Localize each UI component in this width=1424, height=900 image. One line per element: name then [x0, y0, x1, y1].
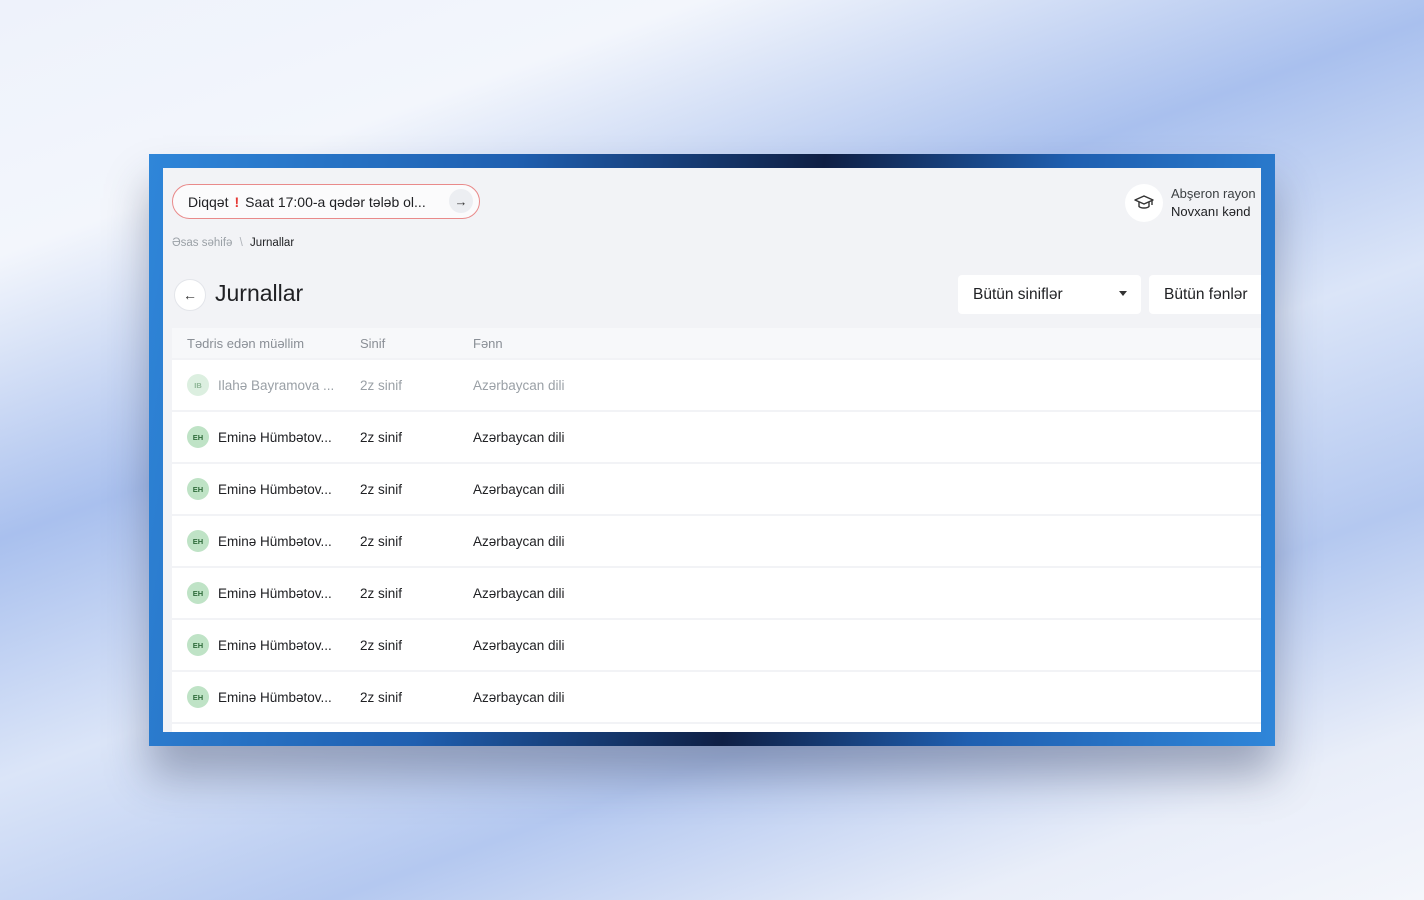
- app-screen: Diqqət ! Saat 17:00-a qədər tələb ol... …: [163, 168, 1261, 732]
- teacher-cell: IB Ilahə Bayramova ...: [187, 360, 334, 410]
- breadcrumb: Əsas səhifə \ Jurnallar: [172, 237, 294, 249]
- school-region: Abşeron rayon: [1171, 186, 1256, 201]
- teacher-name: Eminə Hümbətov...: [218, 481, 332, 497]
- header-class[interactable]: Sinif: [360, 328, 385, 358]
- class-filter-value: Bütün siniflər: [973, 285, 1063, 303]
- avatar: EH: [187, 426, 209, 448]
- breadcrumb-current: Jurnallar: [250, 237, 295, 249]
- teacher-cell: EH Eminə Hümbətov...: [187, 516, 332, 566]
- deadline-alert[interactable]: Diqqət ! Saat 17:00-a qədər tələb ol... …: [172, 184, 480, 219]
- subject-filter-value: Bütün fənlər: [1164, 285, 1248, 303]
- alert-prefix: Diqqət: [188, 193, 229, 210]
- class-cell: 2z sinif: [360, 377, 403, 393]
- teacher-name: Eminə Hümbətov...: [218, 585, 332, 601]
- subject-cell: Azərbaycan dili: [473, 533, 565, 549]
- alert-message: Saat 17:00-a qədər tələb ol...: [245, 193, 426, 210]
- teacher-name: Eminə Hümbətov...: [218, 637, 332, 653]
- avatar: EH: [187, 582, 209, 604]
- class-cell: 2z sinif: [360, 481, 403, 497]
- table-row[interactable]: EH Eminə Hümbətov... 2z sinif Azərbaycan…: [172, 464, 1261, 514]
- graduation-cap-icon: [1125, 184, 1163, 222]
- school-info[interactable]: Abşeron rayon Novxanı kənd: [1125, 182, 1256, 224]
- subject-cell: Azərbaycan dili: [473, 481, 565, 497]
- table-row[interactable]: EH Eminə Hümbətov... 2z sinif Azərbaycan…: [172, 412, 1261, 462]
- class-cell: 2z sinif: [360, 533, 403, 549]
- table-row[interactable]: EH Eminə Hümbətov... 2z sinif Azərbaycan…: [172, 672, 1261, 722]
- subject-cell: Azərbaycan dili: [473, 637, 565, 653]
- back-button[interactable]: ←: [174, 279, 206, 311]
- avatar: EH: [187, 530, 209, 552]
- subject-cell: Azərbaycan dili: [473, 585, 565, 601]
- avatar: EH: [187, 686, 209, 708]
- caret-down-icon: [1119, 291, 1127, 296]
- page-title: Jurnallar: [215, 280, 304, 306]
- teacher-cell: EH Eminə Hümbətov...: [187, 568, 332, 618]
- table-row[interactable]: IB Ilahə Bayramova ... 2z sinif Azərbayc…: [172, 360, 1261, 410]
- subject-cell: Azərbaycan dili: [473, 689, 565, 705]
- arrow-right-icon[interactable]: →: [449, 189, 473, 213]
- class-cell: 2z sinif: [360, 585, 403, 601]
- teacher-cell: EH Eminə Hümbətov...: [187, 464, 332, 514]
- class-filter-select[interactable]: Bütün siniflər: [958, 275, 1141, 314]
- teacher-name: Eminə Hümbətov...: [218, 429, 332, 445]
- header-teacher[interactable]: Tədris edən müəllim: [187, 328, 304, 358]
- table-row[interactable]: EH Eminə Hümbətov... 2z sinif Azərbaycan…: [172, 516, 1261, 566]
- table-row[interactable]: EH Eminə Hümbətov... 2z sinif Azərbaycan…: [172, 620, 1261, 670]
- class-cell: 2z sinif: [360, 429, 403, 445]
- table-header: Tədris edən müəllim Sinif Fənn: [172, 328, 1261, 358]
- arrow-left-icon: ←: [183, 287, 197, 303]
- subject-cell: Azərbaycan dili: [473, 377, 565, 393]
- subject-cell: Azərbaycan dili: [473, 429, 565, 445]
- school-village: Novxanı kənd: [1171, 204, 1251, 219]
- class-cell: 2z sinif: [360, 637, 403, 653]
- avatar: EH: [187, 478, 209, 500]
- avatar: EH: [187, 634, 209, 656]
- subject-filter-select[interactable]: Bütün fənlər: [1149, 275, 1261, 314]
- teacher-name: Eminə Hümbətov...: [218, 689, 332, 705]
- teacher-cell: EH Eminə Hümbətov...: [187, 412, 332, 462]
- screenshot-frame: Diqqət ! Saat 17:00-a qədər tələb ol... …: [149, 154, 1275, 746]
- table-row[interactable]: EH Eminə Hümbətov... 2z sinif Azərbaycan…: [172, 568, 1261, 618]
- class-cell: 2z sinif: [360, 689, 403, 705]
- header-subject[interactable]: Fənn: [473, 328, 503, 358]
- teacher-cell: EH Eminə Hümbətov...: [187, 672, 332, 722]
- teacher-cell: EH Eminə Hümbətov...: [187, 620, 332, 670]
- breadcrumb-home[interactable]: Əsas səhifə: [172, 237, 232, 249]
- table-row-partial[interactable]: [172, 724, 1261, 732]
- exclamation-icon: !: [234, 193, 240, 210]
- breadcrumb-separator: \: [239, 237, 243, 249]
- avatar: IB: [187, 374, 209, 396]
- teacher-name: Eminə Hümbətov...: [218, 533, 332, 549]
- teacher-name: Ilahə Bayramova ...: [218, 377, 335, 393]
